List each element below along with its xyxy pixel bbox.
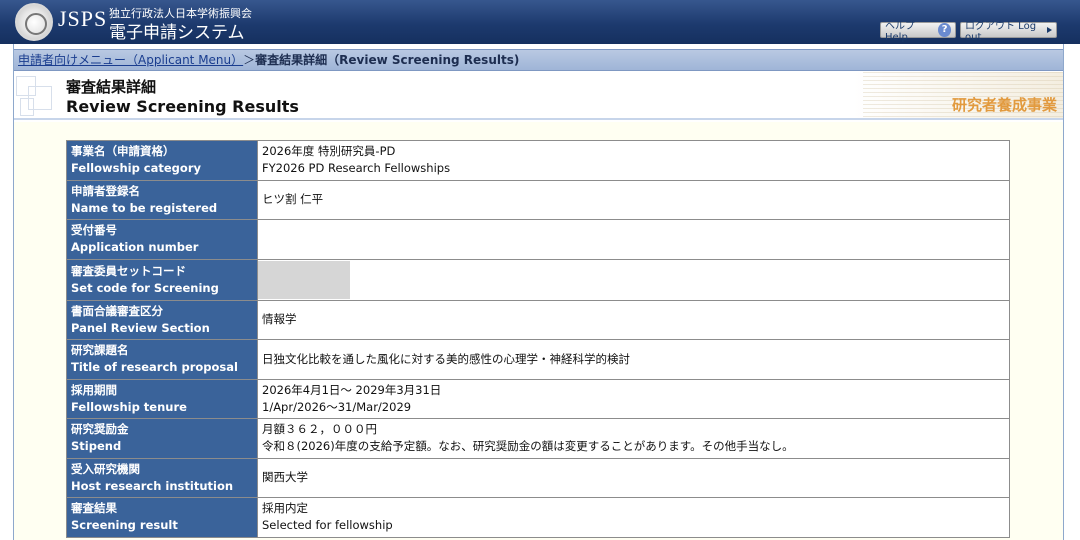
row-label: 申請者登録名 Name to be registered — [66, 179, 258, 220]
breadcrumb: 申請者向けメニュー（Applicant Menu）＞審査結果詳細（Review … — [14, 49, 1063, 71]
value-line-2: 令和８(2026)年度の支給予定額。なお、研究奨励金の額は変更することがあります… — [262, 439, 794, 454]
row-label: 審査委員セットコード Set code for Screening — [66, 258, 258, 301]
label-en: Screening result — [71, 518, 178, 533]
row-label: 研究課題名 Title of research proposal — [66, 339, 258, 380]
table-row: 受入研究機関 Host research institution 関西大学 — [66, 457, 1010, 498]
help-label: ヘルプ Help — [885, 21, 915, 43]
label-en: Stipend — [71, 439, 122, 454]
label-en: Set code for Screening — [71, 280, 219, 295]
table-row: 申請者登録名 Name to be registered ヒツ割 仁平 — [66, 179, 1010, 220]
system-name: 電子申請システム — [109, 23, 245, 43]
value-line-1: 2026年度 特別研究員-PD — [262, 144, 396, 159]
breadcrumb-current: 審査結果詳細（Review Screening Results) — [255, 53, 520, 67]
label-en: Fellowship tenure — [71, 399, 187, 414]
value-line-2: FY2026 PD Research Fellowships — [262, 161, 451, 176]
row-value: 関西大学 — [257, 457, 1010, 498]
table-row: 研究奨励金 Stipend 月額３６２，０００円令和８(2026)年度の支給予定額… — [66, 418, 1010, 459]
value-line-2: 1/Apr/2026～31/Mar/2029 — [262, 399, 412, 414]
label-ja: 研究課題名 — [71, 343, 129, 358]
help-button[interactable]: ヘルプ Help ? — [880, 21, 956, 43]
left-frame-strip — [0, 44, 14, 540]
row-value: 2026年4月1日～ 2029年3月31日 1/Apr/2026～31/Mar/2… — [257, 378, 1010, 419]
right-frame-strip — [1063, 44, 1080, 540]
row-value — [257, 258, 1010, 301]
label-ja: 事業名（申請資格） — [71, 144, 175, 159]
label-ja: 採用期間 — [71, 382, 117, 397]
heading-grid-decoration — [14, 72, 60, 120]
row-label: 採用期間 Fellowship tenure — [66, 378, 258, 419]
label-ja: 書面合議審査区分 — [71, 303, 163, 318]
row-value: 情報学 — [257, 299, 1010, 340]
label-ja: 研究奨励金 — [71, 422, 129, 437]
table-row: 書面合議審査区分 Panel Review Section 情報学 — [66, 299, 1010, 340]
top-header-bar: JSPS 独立行政法人日本学術振興会 電子申請システム ヘルプ Help ? ロ… — [0, 0, 1080, 44]
label-ja: 審査結果 — [71, 501, 117, 516]
label-en: Title of research proposal — [71, 360, 238, 375]
page-title-en: Review Screening Results — [66, 97, 299, 116]
table-row: 研究課題名 Title of research proposal 日独文化比較を通… — [66, 339, 1010, 380]
row-value: 月額３６２，０００円令和８(2026)年度の支給予定額。なお、研究奨励金の額は変… — [257, 418, 1010, 459]
value-line-1: 月額３６２，０００円 — [262, 422, 377, 437]
breadcrumb-applicant-menu-link[interactable]: 申請者向けメニュー（Applicant Menu） — [18, 53, 243, 67]
value-line-1: 日独文化比較を通した風化に対する美的感性の心理学・神経科学的検討 — [262, 351, 630, 366]
row-label: 受入研究機関 Host research institution — [66, 457, 258, 498]
table-row: 審査結果 Screening result 採用内定 Selected for fe… — [66, 497, 1010, 538]
arrow-right-icon — [1047, 27, 1052, 33]
row-label: 受付番号 Application number — [66, 219, 258, 260]
table-row: 採用期間 Fellowship tenure 2026年4月1日～ 2029年3月… — [66, 378, 1010, 419]
label-en: Application number — [71, 240, 199, 255]
label-ja: 受付番号 — [71, 223, 117, 238]
redacted-block — [258, 260, 350, 299]
label-en: Name to be registered — [71, 200, 218, 215]
label-ja: 受入研究機関 — [71, 461, 140, 476]
row-value: ヒツ割 仁平 — [257, 179, 1010, 220]
main-content: 事業名（申請資格） Fellowship category 2026年度 特別研究… — [14, 122, 1063, 540]
value-line-1: ヒツ割 仁平 — [262, 192, 324, 207]
label-ja: 申請者登録名 — [71, 183, 140, 198]
label-en: Panel Review Section — [71, 320, 210, 335]
value-line-1: 関西大学 — [262, 470, 308, 485]
page-title-ja: 審査結果詳細 — [66, 78, 157, 96]
row-value: 日独文化比較を通した風化に対する美的感性の心理学・神経科学的検討 — [257, 339, 1010, 380]
row-value-empty — [257, 219, 1010, 260]
row-label: 書面合議審査区分 Panel Review Section — [66, 299, 258, 340]
logout-button[interactable]: ログアウト Log out — [960, 21, 1057, 43]
row-value: 2026年度 特別研究員-PD FY2026 PD Research Fellow… — [257, 140, 1010, 181]
question-mark-icon: ? — [938, 23, 951, 37]
row-label: 審査結果 Screening result — [66, 497, 258, 538]
jsps-seal-logo — [15, 3, 53, 41]
table-row: 受付番号 Application number — [66, 219, 1010, 260]
page-heading: 審査結果詳細 Review Screening Results 研究者養成事業 — [14, 72, 1063, 120]
label-en: Host research institution — [71, 478, 234, 493]
value-line-1: 採用内定 — [262, 501, 308, 516]
table-row: 事業名（申請資格） Fellowship category 2026年度 特別研究… — [66, 140, 1010, 181]
table-row: 審査委員セットコード Set code for Screening — [66, 258, 1010, 301]
label-ja: 審査委員セットコード — [71, 263, 186, 278]
label-en: Fellowship category — [71, 161, 201, 176]
row-value: 採用内定 Selected for fellowship — [257, 497, 1010, 538]
row-label: 事業名（申請資格） Fellowship category — [66, 140, 258, 181]
results-table: 事業名（申請資格） Fellowship category 2026年度 特別研究… — [66, 140, 1010, 538]
value-line-1: 2026年4月1日～ 2029年3月31日 — [262, 382, 442, 397]
row-label: 研究奨励金 Stipend — [66, 418, 258, 459]
breadcrumb-separator: ＞ — [243, 53, 256, 67]
value-line-1: 情報学 — [262, 312, 297, 327]
value-line-2: Selected for fellowship — [262, 518, 393, 533]
brand-logo-text: JSPS — [58, 6, 108, 31]
program-name: 研究者養成事業 — [951, 96, 1057, 114]
logout-label: ログアウト Log out — [965, 21, 1037, 43]
